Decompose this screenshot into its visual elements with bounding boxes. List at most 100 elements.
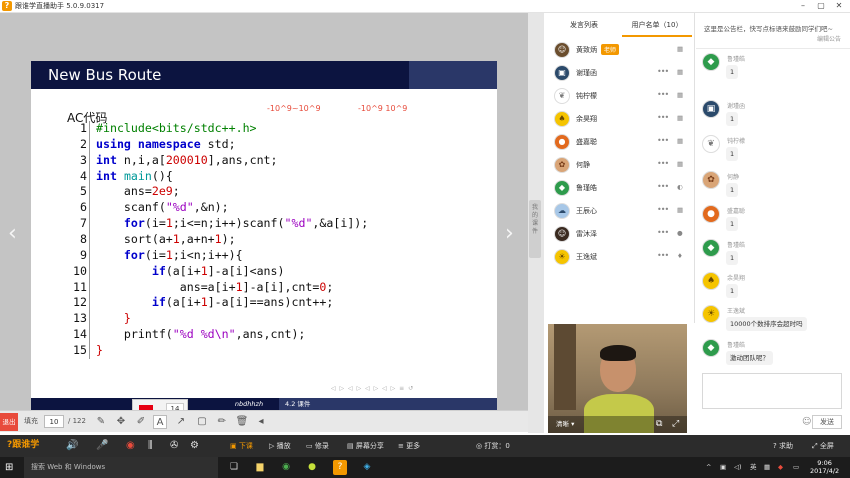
user-row[interactable]: ❦ 钝柠檬 ••• ▦	[544, 85, 695, 108]
play-button[interactable]: ▷ 播放	[269, 435, 291, 457]
annotation-range-left: -10^9~10^9	[267, 104, 321, 113]
edit-notice-button[interactable]: 编辑公告	[817, 34, 841, 43]
more-dots-icon[interactable]: •••	[657, 90, 669, 99]
more-dots-icon[interactable]: •••	[657, 67, 669, 76]
volume-icon[interactable]: ◁)	[734, 457, 742, 478]
delete-icon[interactable]: 🗑	[235, 415, 249, 429]
exit-button[interactable]: 退出	[0, 413, 18, 431]
chat-input[interactable]	[702, 373, 842, 409]
app-icon-2[interactable]: ◈	[360, 460, 374, 475]
message-text: 1	[726, 183, 739, 197]
user-row[interactable]: ♠ 余昊翔 ••• ▦	[544, 108, 695, 131]
rectangle-icon[interactable]: ▢	[195, 415, 209, 429]
eraser-icon[interactable]: ✏	[215, 415, 229, 429]
more-dots-icon[interactable]: •••	[657, 159, 669, 168]
user-name: 鲁瑾皓	[576, 184, 597, 192]
close-button[interactable]: ✕	[830, 0, 848, 13]
tips-label: 打赏：0	[484, 442, 510, 450]
windows-taskbar: ⊞ 搜索 Web 和 Windows ❏ ▆ ◉ ● ? ◈ ^ ▣ ◁) 英 …	[0, 457, 850, 478]
windows-start-icon[interactable]: ⊞	[5, 462, 17, 474]
collapse-icon[interactable]: ◂	[254, 415, 268, 429]
page-input[interactable]: 10	[44, 415, 64, 428]
more-dots-icon[interactable]: •••	[657, 251, 669, 260]
avatar: ◆	[554, 180, 570, 196]
code-gutter-line	[89, 121, 90, 359]
avatar: ◆	[702, 339, 720, 357]
user-row[interactable]: ☁ 王辰心 ••• ▦	[544, 200, 695, 223]
record-button[interactable]: ▭ 修录	[306, 435, 329, 457]
end-class-label: 下课	[238, 442, 253, 450]
popout-icon[interactable]: ⧉	[656, 416, 662, 433]
tab-chat-list[interactable]: 发言列表	[554, 13, 614, 37]
next-slide-icon[interactable]: ›	[505, 221, 514, 246]
settings-icon[interactable]: ⚙	[190, 435, 199, 457]
task-view-icon[interactable]: ❏	[227, 460, 241, 475]
fullscreen-button[interactable]: ⤢ 全屏	[812, 435, 834, 457]
tab-user-list[interactable]: 用户名单（10）	[622, 13, 692, 37]
screen-share-button[interactable]: ▤ 屏幕分享	[347, 435, 384, 457]
avatar: ◆	[702, 53, 720, 71]
help-button[interactable]: ? 求助	[773, 435, 793, 457]
previous-slide-icon[interactable]: ‹	[8, 221, 17, 246]
user-name: 黄致炳	[576, 46, 597, 54]
user-row[interactable]: ✿ 何静 ••• ▦	[544, 154, 695, 177]
user-row[interactable]: ☀ 王逸斌 ••• ♦	[544, 246, 695, 269]
chrome-icon[interactable]: ◉	[279, 460, 293, 475]
beamer-navigation[interactable]: ◁ ▷ ◁ ▷ ◁ ▷ ◁ ▷ ≡ ↺	[331, 385, 414, 392]
teacher-video: 清晰 ▾ ⧉ ⤢	[548, 324, 687, 433]
genshuixue-taskbar-icon[interactable]: ?	[333, 460, 347, 475]
camera-icon[interactable]: ◉	[126, 435, 135, 457]
code-line: }	[96, 342, 103, 357]
user-row[interactable]: ● 盛嘉聪 ••• ▦	[544, 131, 695, 154]
line-number: 11	[73, 279, 87, 294]
text-tool-icon[interactable]: A	[153, 415, 167, 429]
message-text: 1	[726, 251, 739, 265]
tray-chevron-icon[interactable]: ^	[706, 457, 711, 478]
arrow-icon[interactable]: ↗	[174, 415, 188, 429]
user-row[interactable]: ☺ 黄致炳 老师 ▦	[544, 39, 695, 62]
app-icon[interactable]: ●	[305, 460, 319, 475]
more-dots-icon[interactable]: •••	[657, 113, 669, 122]
user-row[interactable]: ◆ 鲁瑾皓 ••• ◐	[544, 177, 695, 200]
tray-app-icon[interactable]: ◆	[778, 457, 783, 478]
network-icon[interactable]: ▣	[720, 457, 726, 478]
end-class-button[interactable]: ▣ 下课	[230, 435, 253, 457]
more-dots-icon[interactable]: •••	[657, 205, 669, 214]
line-number: 13	[73, 311, 87, 326]
avatar: ✿	[554, 157, 570, 173]
fullscreen-video-icon[interactable]: ⤢	[672, 416, 679, 433]
more-dots-icon[interactable]: •••	[657, 228, 669, 237]
brush-icon[interactable]: ✐	[134, 415, 148, 429]
chat-panel: 这里是公告栏，快写点标语来鼓励同学们吧~ 编辑公告 ◆ 鲁瑾皓 1 ▣ 谢瑾函 …	[696, 13, 850, 433]
video-quality-select[interactable]: 清晰 ▾	[548, 416, 687, 433]
code-line: ans=2e9;	[96, 184, 180, 199]
notifications-icon[interactable]: ▭	[793, 457, 799, 478]
more-dots-icon[interactable]: •••	[657, 182, 669, 191]
user-row[interactable]: ☺ 雷沐泽 ••• ●	[544, 223, 695, 246]
my-courseware-tab[interactable]: 我 的 课 件	[529, 200, 541, 258]
send-button[interactable]: 发送	[812, 415, 842, 429]
tools-icon[interactable]: ✇	[170, 435, 178, 457]
speaker-icon[interactable]: 🔊	[66, 435, 78, 457]
more-button[interactable]: ≡ 更多	[398, 435, 420, 457]
taskbar-search[interactable]: 搜索 Web 和 Windows	[24, 457, 218, 478]
slide: New Bus Route AC代码 -10^9~10^9 -10^9 10^9…	[31, 61, 497, 411]
file-explorer-icon[interactable]: ▆	[253, 460, 267, 475]
emoji-icon[interactable]: ☺	[802, 417, 811, 427]
system-clock[interactable]: 9:06 2017/4/2	[810, 459, 839, 475]
user-row[interactable]: ▣ 谢瑾函 ••• ▦	[544, 62, 695, 85]
play-icon: ▷	[269, 442, 277, 450]
input-method-icon[interactable]: ▦	[764, 457, 770, 478]
line-number: 4	[80, 168, 87, 183]
pen-icon[interactable]: ✎	[94, 415, 108, 429]
play-label: 播放	[276, 442, 291, 450]
move-icon[interactable]: ✥	[114, 415, 128, 429]
page-total: / 122	[68, 417, 86, 425]
microphone-icon[interactable]: 🎤	[96, 435, 108, 457]
minimize-button[interactable]: –	[794, 0, 812, 13]
equalizer-icon[interactable]: ⫼	[148, 435, 153, 457]
maximize-button[interactable]: ▢	[812, 0, 830, 13]
ime-indicator[interactable]: 英	[750, 457, 757, 478]
more-label: 更多	[406, 442, 421, 450]
more-dots-icon[interactable]: •••	[657, 136, 669, 145]
